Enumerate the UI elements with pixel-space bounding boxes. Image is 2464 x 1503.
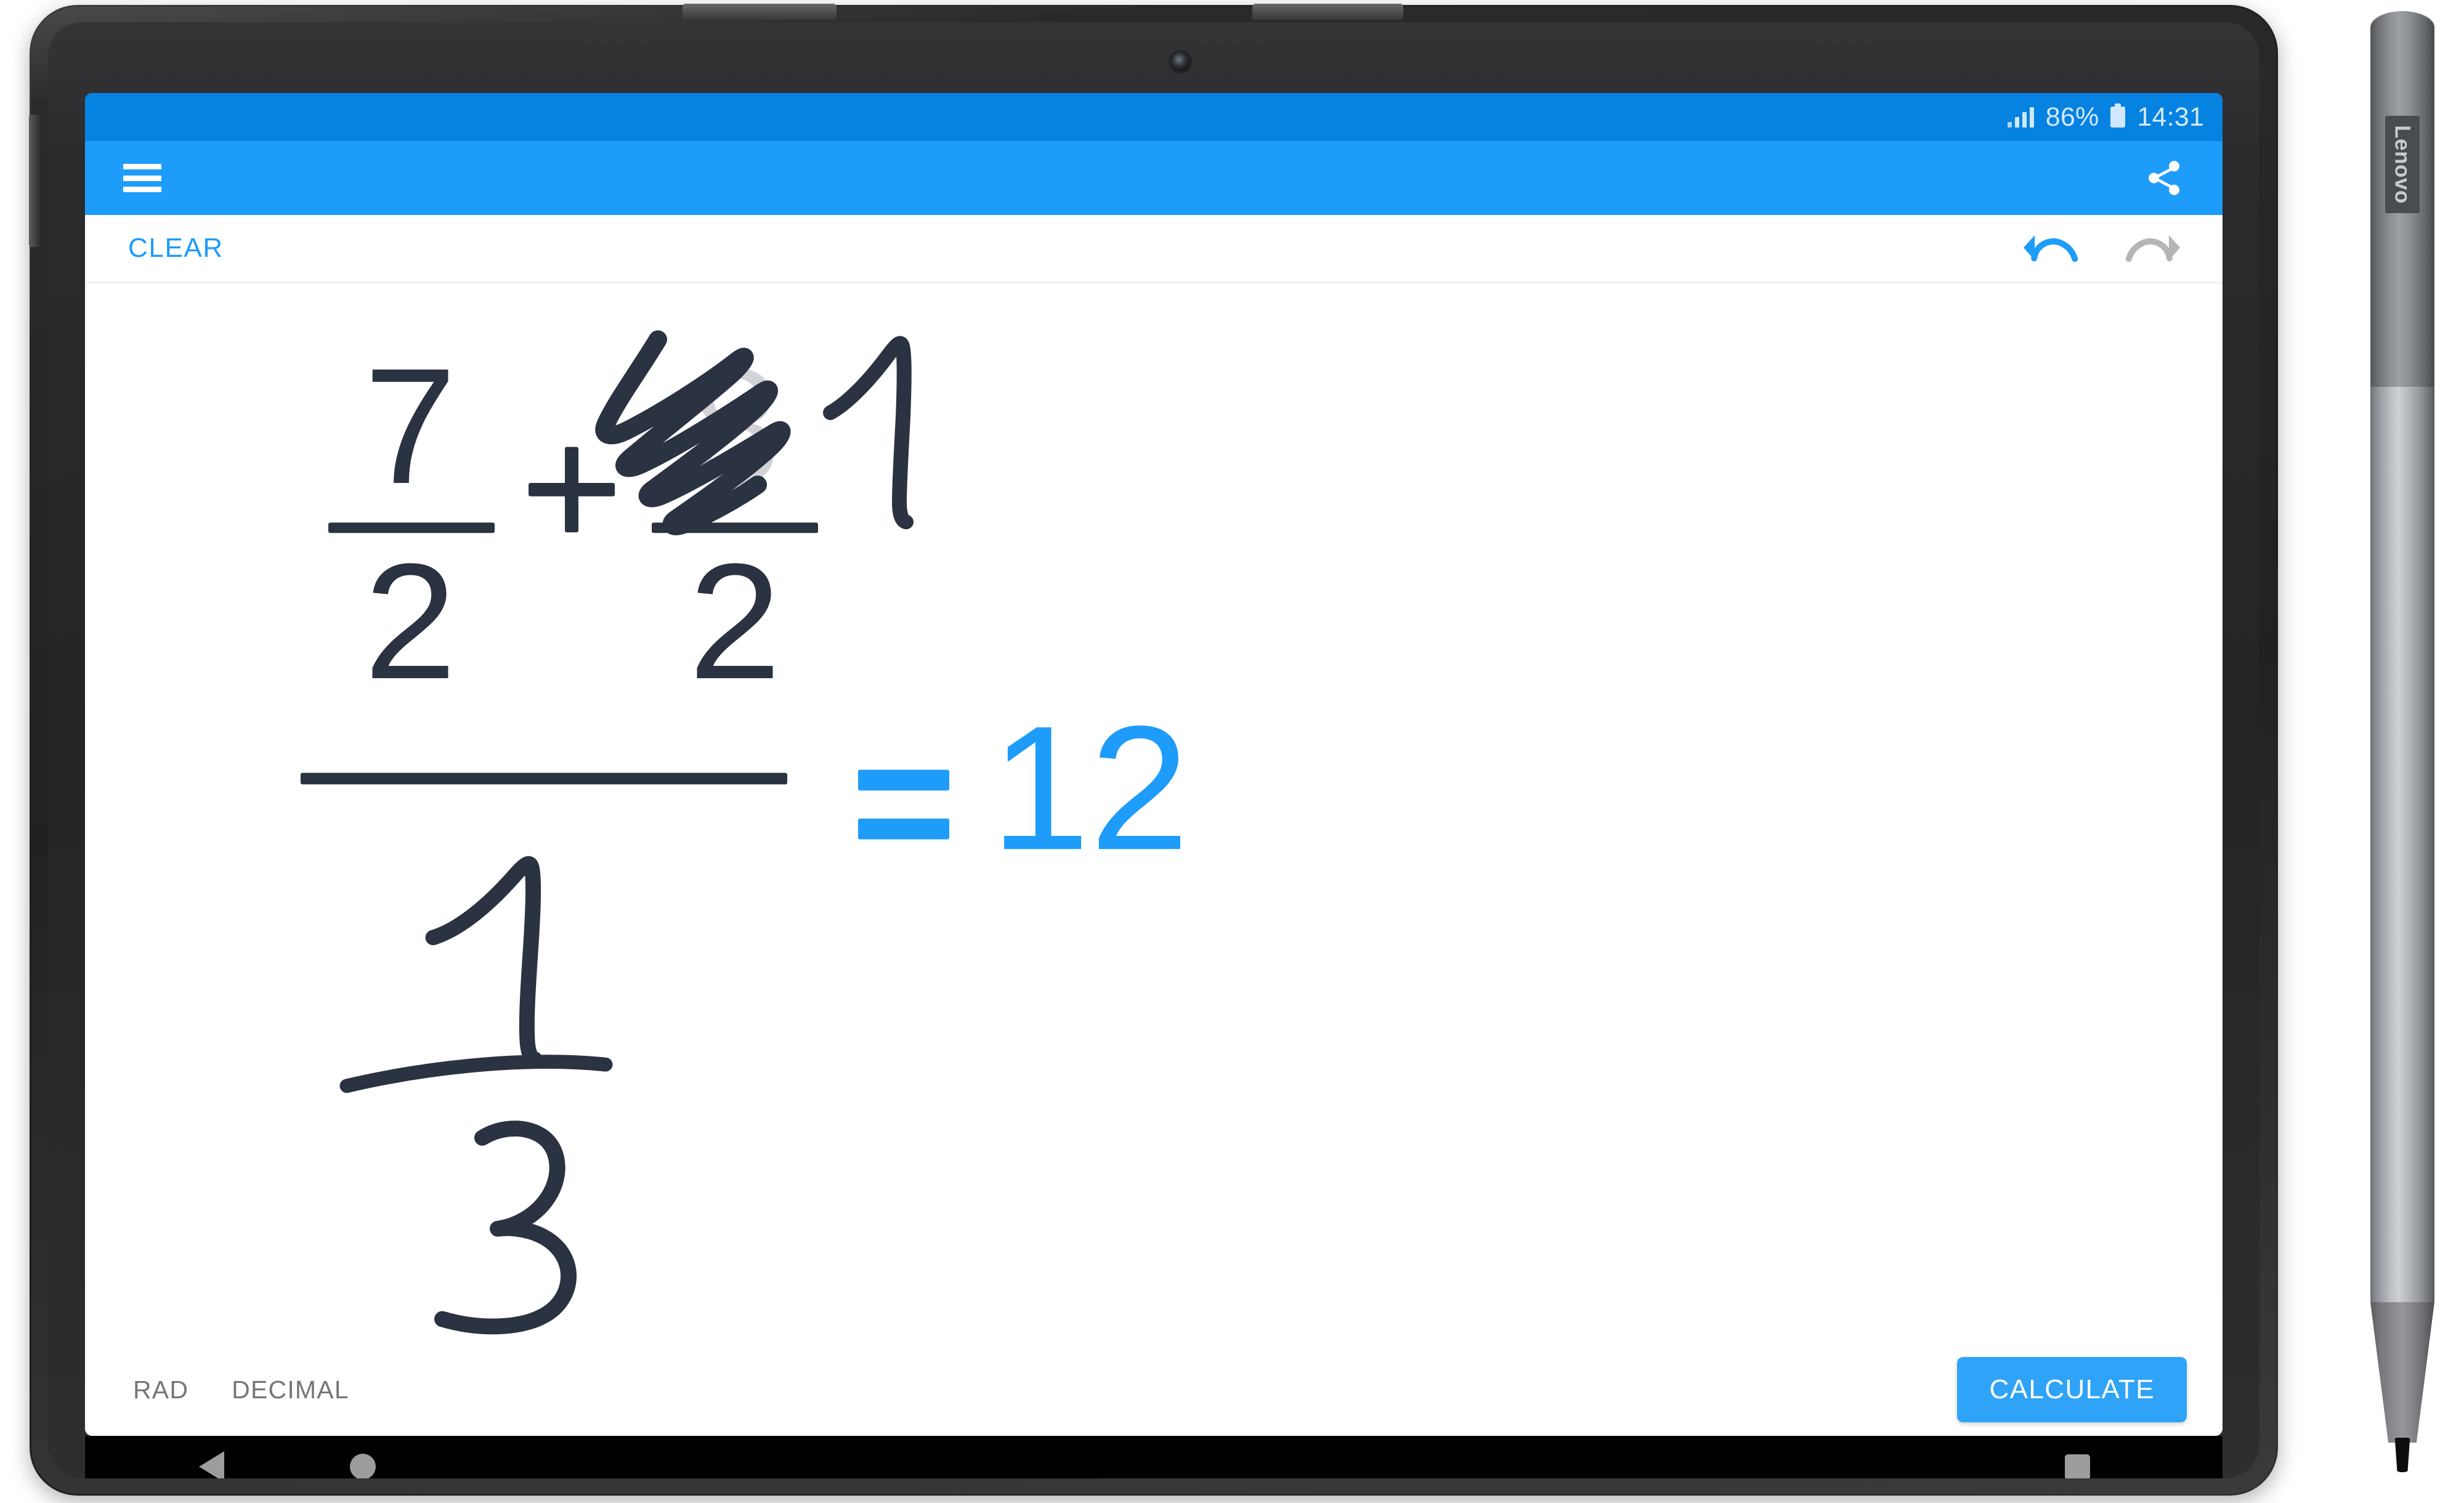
- ink-strokes: 7 2 8 2 12: [301, 330, 1189, 1335]
- back-triangle-icon[interactable]: [199, 1451, 224, 1478]
- handwritten-one-numerator: [823, 336, 914, 530]
- recents-square-icon[interactable]: [2065, 1454, 2090, 1478]
- battery-icon: [2110, 103, 2126, 128]
- angle-mode-toggle[interactable]: RAD: [133, 1375, 188, 1404]
- stylus-nib: [2394, 1438, 2410, 1472]
- handwritten-one-lower: [425, 856, 543, 1067]
- android-nav-bar: [85, 1436, 2223, 1478]
- volume-button[interactable]: [683, 4, 837, 20]
- tablet-bezel: 86% 14:31 CLEAR 7 2 8 2 12 RAD DECIMAL C…: [48, 22, 2259, 1478]
- status-cluster: 86% 14:31: [2007, 102, 2204, 132]
- battery-percent-label: 86%: [2045, 102, 2099, 132]
- screenshot-root: 86% 14:31 CLEAR 7 2 8 2 12 RAD DECIMAL C…: [0, 0, 2464, 1503]
- denominator-2-right: 2: [689, 529, 781, 713]
- tablet-screen: 86% 14:31 CLEAR 7 2 8 2 12 RAD DECIMAL C…: [85, 93, 2223, 1436]
- home-circle-icon[interactable]: [350, 1454, 376, 1478]
- power-button[interactable]: [1252, 4, 1403, 20]
- history-controls: [2022, 228, 2182, 269]
- stylus-pen[interactable]: Lenovo: [2357, 11, 2448, 1477]
- handwritten-three: [434, 1120, 577, 1335]
- main-fraction-bar: [301, 772, 787, 785]
- tablet-device: 86% 14:31 CLEAR 7 2 8 2 12 RAD DECIMAL C…: [29, 4, 2278, 1496]
- clock-label: 14:31: [2137, 102, 2204, 132]
- handwriting-canvas[interactable]: 7 2 8 2 12: [85, 282, 2223, 1343]
- stylus-brand-label: Lenovo: [2385, 116, 2420, 213]
- numerator-7: 7: [364, 334, 456, 518]
- stylus-tip-cone: [2370, 1302, 2434, 1443]
- handwritten-fraction-bar-lower: [339, 1055, 613, 1093]
- result-value: 12: [991, 690, 1189, 888]
- hamburger-menu-icon[interactable]: [123, 164, 161, 192]
- equals-bar-top: [858, 769, 949, 791]
- app-bar: [85, 141, 2223, 215]
- front-camera-icon: [1171, 52, 1190, 71]
- redo-icon[interactable]: [2125, 228, 2182, 269]
- denominator-2: 2: [364, 529, 456, 713]
- stylus-brand-text: Lenovo: [2391, 125, 2415, 204]
- calculate-button[interactable]: CALCULATE: [1957, 1357, 2187, 1422]
- signal-bars-icon: [2007, 107, 2034, 128]
- editor-toolbar: CLEAR: [85, 215, 2223, 282]
- status-bar: 86% 14:31: [85, 93, 2223, 141]
- side-button[interactable]: [29, 115, 40, 247]
- bottom-bar: RAD DECIMAL CALCULATE: [85, 1343, 2223, 1436]
- undo-icon[interactable]: [2022, 228, 2078, 269]
- plus-vertical: [565, 447, 578, 533]
- share-icon[interactable]: [2144, 158, 2184, 198]
- equals-bar-bottom: [858, 818, 949, 840]
- clear-button[interactable]: CLEAR: [128, 233, 224, 264]
- result-group: 12: [858, 690, 1189, 888]
- number-format-toggle[interactable]: DECIMAL: [232, 1375, 349, 1404]
